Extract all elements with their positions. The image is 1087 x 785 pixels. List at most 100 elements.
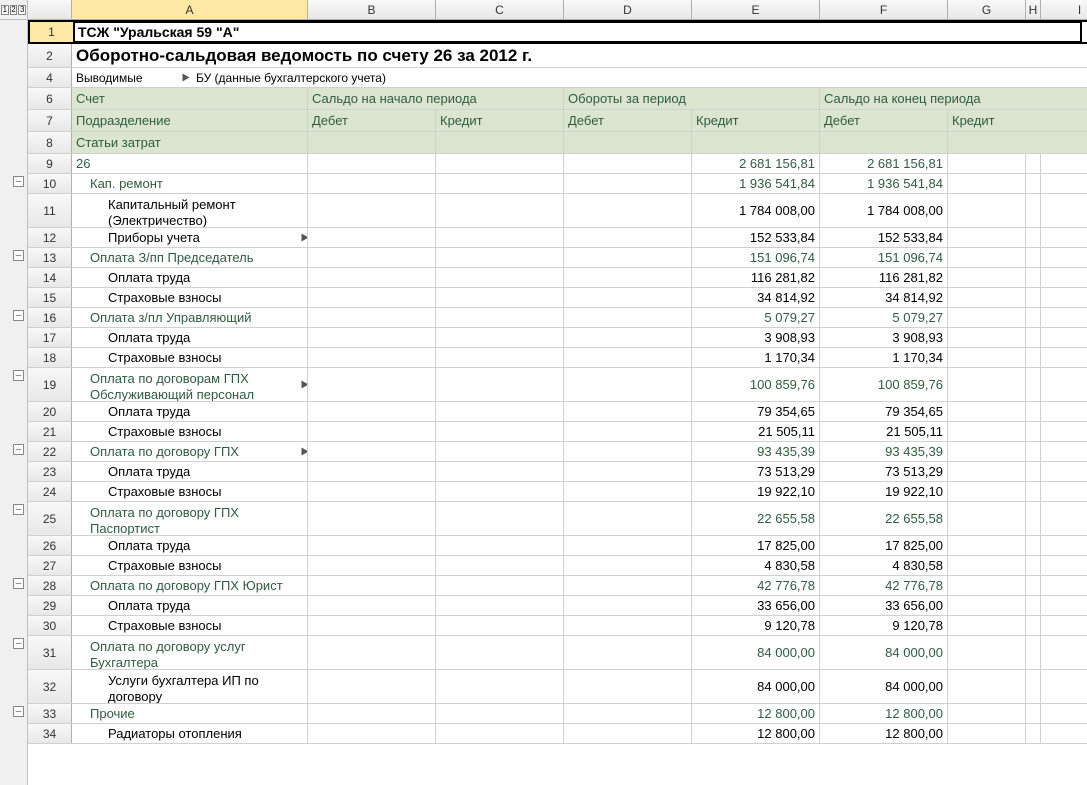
cell-empty[interactable] bbox=[948, 248, 1026, 267]
cell-debit[interactable]: 84 000,00 bbox=[692, 636, 820, 669]
row-header-2[interactable]: 2 bbox=[28, 44, 72, 67]
cell-empty[interactable] bbox=[436, 228, 564, 247]
cell-credit[interactable]: 12 800,00 bbox=[820, 724, 948, 743]
cell-empty[interactable] bbox=[948, 556, 1026, 575]
cell-empty[interactable] bbox=[948, 288, 1026, 307]
cell-debit[interactable]: 100 859,76 bbox=[692, 368, 820, 401]
cell-empty[interactable] bbox=[564, 308, 692, 327]
cell-empty[interactable] bbox=[436, 576, 564, 595]
cell-empty[interactable] bbox=[1026, 308, 1041, 327]
cell-label[interactable]: Страховые взносы bbox=[72, 288, 308, 307]
cell-label[interactable]: Приборы учета bbox=[72, 228, 308, 247]
cell-empty[interactable] bbox=[308, 724, 436, 743]
cell-empty[interactable] bbox=[1041, 422, 1087, 441]
cell-debit[interactable]: 79 354,65 bbox=[692, 402, 820, 421]
cell-empty[interactable] bbox=[436, 328, 564, 347]
cell-empty[interactable] bbox=[308, 194, 436, 227]
outline-collapse-icon[interactable]: – bbox=[13, 444, 24, 455]
cell-empty[interactable] bbox=[564, 462, 692, 481]
cell-empty[interactable] bbox=[564, 670, 692, 703]
cell-label[interactable]: Страховые взносы bbox=[72, 422, 308, 441]
cell-label[interactable]: Кап. ремонт bbox=[72, 174, 308, 193]
cell-label[interactable]: Капитальный ремонт (Электричество) bbox=[72, 194, 308, 227]
hdr-cell[interactable] bbox=[820, 132, 948, 153]
cell-empty[interactable] bbox=[1026, 248, 1041, 267]
cell-empty[interactable] bbox=[1026, 442, 1041, 461]
outline-collapse-icon[interactable]: – bbox=[13, 638, 24, 649]
cell-empty[interactable] bbox=[308, 704, 436, 723]
cell-empty[interactable] bbox=[436, 724, 564, 743]
cell-label[interactable]: Прочие bbox=[72, 704, 308, 723]
cell-debit[interactable]: 151 096,74 bbox=[692, 248, 820, 267]
col-header-C[interactable]: C bbox=[436, 0, 564, 19]
cell-credit[interactable]: 116 281,82 bbox=[820, 268, 948, 287]
cell-empty[interactable] bbox=[308, 576, 436, 595]
cell-empty[interactable] bbox=[1041, 308, 1087, 327]
cell-empty[interactable] bbox=[564, 422, 692, 441]
cell-credit[interactable]: 5 079,27 bbox=[820, 308, 948, 327]
cell-label[interactable]: Оплата по договору услуг Бухгалтера bbox=[72, 636, 308, 669]
cell-empty[interactable] bbox=[436, 670, 564, 703]
cell-label[interactable]: Оплата труда bbox=[72, 268, 308, 287]
cell-empty[interactable] bbox=[1041, 268, 1087, 287]
row-header-20[interactable]: 20 bbox=[28, 402, 72, 421]
cell-credit[interactable]: 84 000,00 bbox=[820, 636, 948, 669]
outline-collapse-icon[interactable]: – bbox=[13, 578, 24, 589]
row-header-30[interactable]: 30 bbox=[28, 616, 72, 635]
hdr-cell[interactable] bbox=[308, 132, 436, 153]
cell-empty[interactable] bbox=[436, 462, 564, 481]
cell-empty[interactable] bbox=[308, 368, 436, 401]
cell-label[interactable]: Оплата по договору ГПХ Паспортист bbox=[72, 502, 308, 535]
cell-empty[interactable] bbox=[1041, 248, 1087, 267]
cell-debit[interactable]: 17 825,00 bbox=[692, 536, 820, 555]
cell-empty[interactable] bbox=[308, 402, 436, 421]
cell-credit[interactable]: 100 859,76 bbox=[820, 368, 948, 401]
cell-empty[interactable] bbox=[948, 536, 1026, 555]
row-header-18[interactable]: 18 bbox=[28, 348, 72, 367]
cell-empty[interactable] bbox=[564, 248, 692, 267]
cell-empty[interactable] bbox=[1041, 174, 1087, 193]
cell-empty[interactable] bbox=[1026, 462, 1041, 481]
cell-empty[interactable] bbox=[1041, 368, 1087, 401]
row-header-27[interactable]: 27 bbox=[28, 556, 72, 575]
cell-label[interactable]: Страховые взносы bbox=[72, 348, 308, 367]
cell-empty[interactable] bbox=[436, 248, 564, 267]
cell-credit[interactable]: 2 681 156,81 bbox=[820, 154, 948, 173]
cell-debit[interactable]: 1 170,34 bbox=[692, 348, 820, 367]
row-header-12[interactable]: 12 bbox=[28, 228, 72, 247]
cell-empty[interactable] bbox=[564, 482, 692, 501]
cell-empty[interactable] bbox=[308, 536, 436, 555]
cell-empty[interactable] bbox=[308, 556, 436, 575]
cell-empty[interactable] bbox=[564, 596, 692, 615]
cell-empty[interactable] bbox=[948, 502, 1026, 535]
hdr-cell[interactable] bbox=[692, 132, 820, 153]
cell-debit[interactable]: 1 936 541,84 bbox=[692, 174, 820, 193]
cell-debit[interactable]: 42 776,78 bbox=[692, 576, 820, 595]
row-header-7[interactable]: 7 bbox=[28, 110, 72, 131]
cell-empty[interactable] bbox=[564, 154, 692, 173]
hdr-cell[interactable]: Сальдо на начало периода bbox=[308, 88, 564, 109]
cell-empty[interactable] bbox=[564, 268, 692, 287]
cell-label[interactable]: Оплата по договору ГПХ bbox=[72, 442, 308, 461]
cell-empty[interactable] bbox=[1041, 576, 1087, 595]
cell-empty[interactable] bbox=[564, 616, 692, 635]
hdr-cell[interactable]: Дебет bbox=[820, 110, 948, 131]
cell-empty[interactable] bbox=[1041, 402, 1087, 421]
cell-empty[interactable] bbox=[308, 268, 436, 287]
cell-empty[interactable] bbox=[564, 576, 692, 595]
hdr-cell[interactable]: Дебет bbox=[564, 110, 692, 131]
cell-empty[interactable] bbox=[1026, 228, 1041, 247]
cell-empty[interactable] bbox=[1026, 556, 1041, 575]
cell-credit[interactable]: 12 800,00 bbox=[820, 704, 948, 723]
col-header-B[interactable]: B bbox=[308, 0, 436, 19]
cell-empty[interactable] bbox=[1026, 616, 1041, 635]
cell-empty[interactable] bbox=[948, 368, 1026, 401]
hdr-cell[interactable]: Кредит bbox=[692, 110, 820, 131]
cell-subtitle[interactable]: Оборотно-сальдовая ведомость по счету 26… bbox=[72, 44, 1079, 67]
row-header-26[interactable]: 26 bbox=[28, 536, 72, 555]
cell-title[interactable]: ТСЖ "Уральская 59 "А" bbox=[74, 22, 1081, 42]
cell-empty[interactable] bbox=[1041, 462, 1087, 481]
cell-empty[interactable] bbox=[308, 616, 436, 635]
hdr-cell[interactable] bbox=[436, 132, 564, 153]
cell-empty[interactable] bbox=[564, 636, 692, 669]
